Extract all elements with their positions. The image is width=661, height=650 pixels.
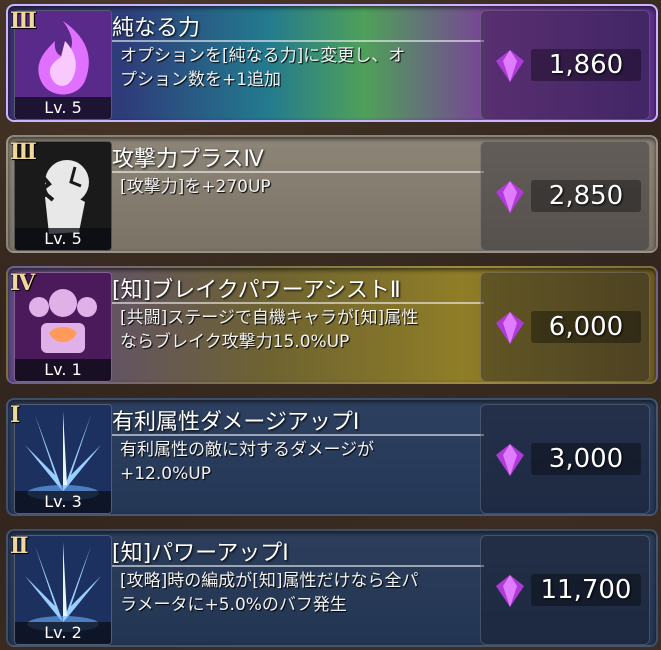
skill-description: 有利属性の敵に対するダメージが +12.0%UP bbox=[120, 438, 486, 486]
description-line: ラメータに+5.0%のバフ発生 bbox=[120, 595, 347, 615]
description-line: [攻撃力]を+270UP bbox=[120, 177, 271, 197]
description-line: [攻略]時の編成が[知]属性だけなら全パ bbox=[120, 571, 419, 591]
description-line: 有利属性の敵に対するダメージが bbox=[120, 440, 375, 460]
price-button[interactable]: 1,860 bbox=[480, 10, 650, 120]
gem-icon bbox=[496, 181, 524, 213]
title-divider bbox=[112, 434, 484, 436]
skill-icon: Lv. 3 bbox=[14, 404, 112, 514]
skill-title: 純なる力 bbox=[112, 16, 201, 41]
tier-badge: III bbox=[10, 139, 37, 165]
description-line: プション数を+1追加 bbox=[120, 70, 282, 90]
skill-title: 有利属性ダメージアップⅠ bbox=[112, 410, 360, 435]
price-button[interactable]: 11,700 bbox=[480, 535, 650, 645]
gem-icon bbox=[496, 575, 524, 607]
title-divider bbox=[112, 171, 484, 173]
price-button[interactable]: 3,000 bbox=[480, 404, 650, 514]
skill-title: [知]パワーアップⅠ bbox=[112, 541, 289, 566]
title-divider bbox=[112, 565, 484, 567]
tier-badge: IV bbox=[10, 270, 35, 296]
skill-description: [攻撃力]を+270UP bbox=[120, 175, 486, 199]
skill-title: 攻撃力プラスⅣ bbox=[112, 147, 264, 172]
price-value: 2,850 bbox=[531, 180, 641, 212]
level-label: Lv. 3 bbox=[15, 491, 111, 513]
skill-description: [共闘]ステージで自機キャラが[知]属性 ならブレイク攻撃力15.0%UP bbox=[120, 306, 486, 354]
skill-row[interactable]: Lv. 5 III 純なる力 オプションを[純なる力]に変更し、オ プション数を… bbox=[6, 4, 658, 122]
gem-icon bbox=[496, 444, 524, 476]
price-value: 1,860 bbox=[531, 49, 641, 81]
description-line: オプションを[純なる力]に変更し、オ bbox=[120, 46, 406, 66]
description-line: ならブレイク攻撃力15.0%UP bbox=[120, 332, 350, 352]
price-value: 6,000 bbox=[531, 311, 641, 343]
tier-badge: III bbox=[10, 8, 37, 34]
description-line: +12.0%UP bbox=[120, 464, 211, 484]
level-label: Lv. 5 bbox=[15, 228, 111, 250]
level-label: Lv. 2 bbox=[15, 622, 111, 644]
tier-badge: I bbox=[10, 402, 20, 428]
description-line: [共闘]ステージで自機キャラが[知]属性 bbox=[120, 308, 419, 328]
skill-title: [知]ブレイクパワーアシストⅡ bbox=[112, 278, 401, 303]
price-value: 11,700 bbox=[531, 574, 641, 606]
title-divider bbox=[112, 40, 484, 42]
price-button[interactable]: 6,000 bbox=[480, 272, 650, 382]
level-label: Lv. 1 bbox=[15, 359, 111, 381]
level-label: Lv. 5 bbox=[15, 97, 111, 119]
gem-icon bbox=[496, 50, 524, 82]
skill-description: オプションを[純なる力]に変更し、オ プション数を+1追加 bbox=[120, 44, 486, 92]
price-button[interactable]: 2,850 bbox=[480, 141, 650, 251]
skill-row[interactable]: Lv. 1 IV [知]ブレイクパワーアシストⅡ [共闘]ステージで自機キャラが… bbox=[6, 266, 658, 384]
skill-description: [攻略]時の編成が[知]属性だけなら全パ ラメータに+5.0%のバフ発生 bbox=[120, 569, 486, 617]
tier-badge: II bbox=[10, 533, 29, 559]
title-divider bbox=[112, 302, 484, 304]
skill-icon: Lv. 2 bbox=[14, 535, 112, 645]
gem-icon bbox=[496, 312, 524, 344]
skill-row[interactable]: Lv. 2 II [知]パワーアップⅠ [攻略]時の編成が[知]属性だけなら全パ… bbox=[6, 529, 658, 647]
skill-row[interactable]: Lv. 5 III 攻撃力プラスⅣ [攻撃力]を+270UP 2,850 bbox=[6, 135, 658, 253]
price-value: 3,000 bbox=[531, 443, 641, 475]
skill-row[interactable]: Lv. 3 I 有利属性ダメージアップⅠ 有利属性の敵に対するダメージが +12… bbox=[6, 398, 658, 516]
